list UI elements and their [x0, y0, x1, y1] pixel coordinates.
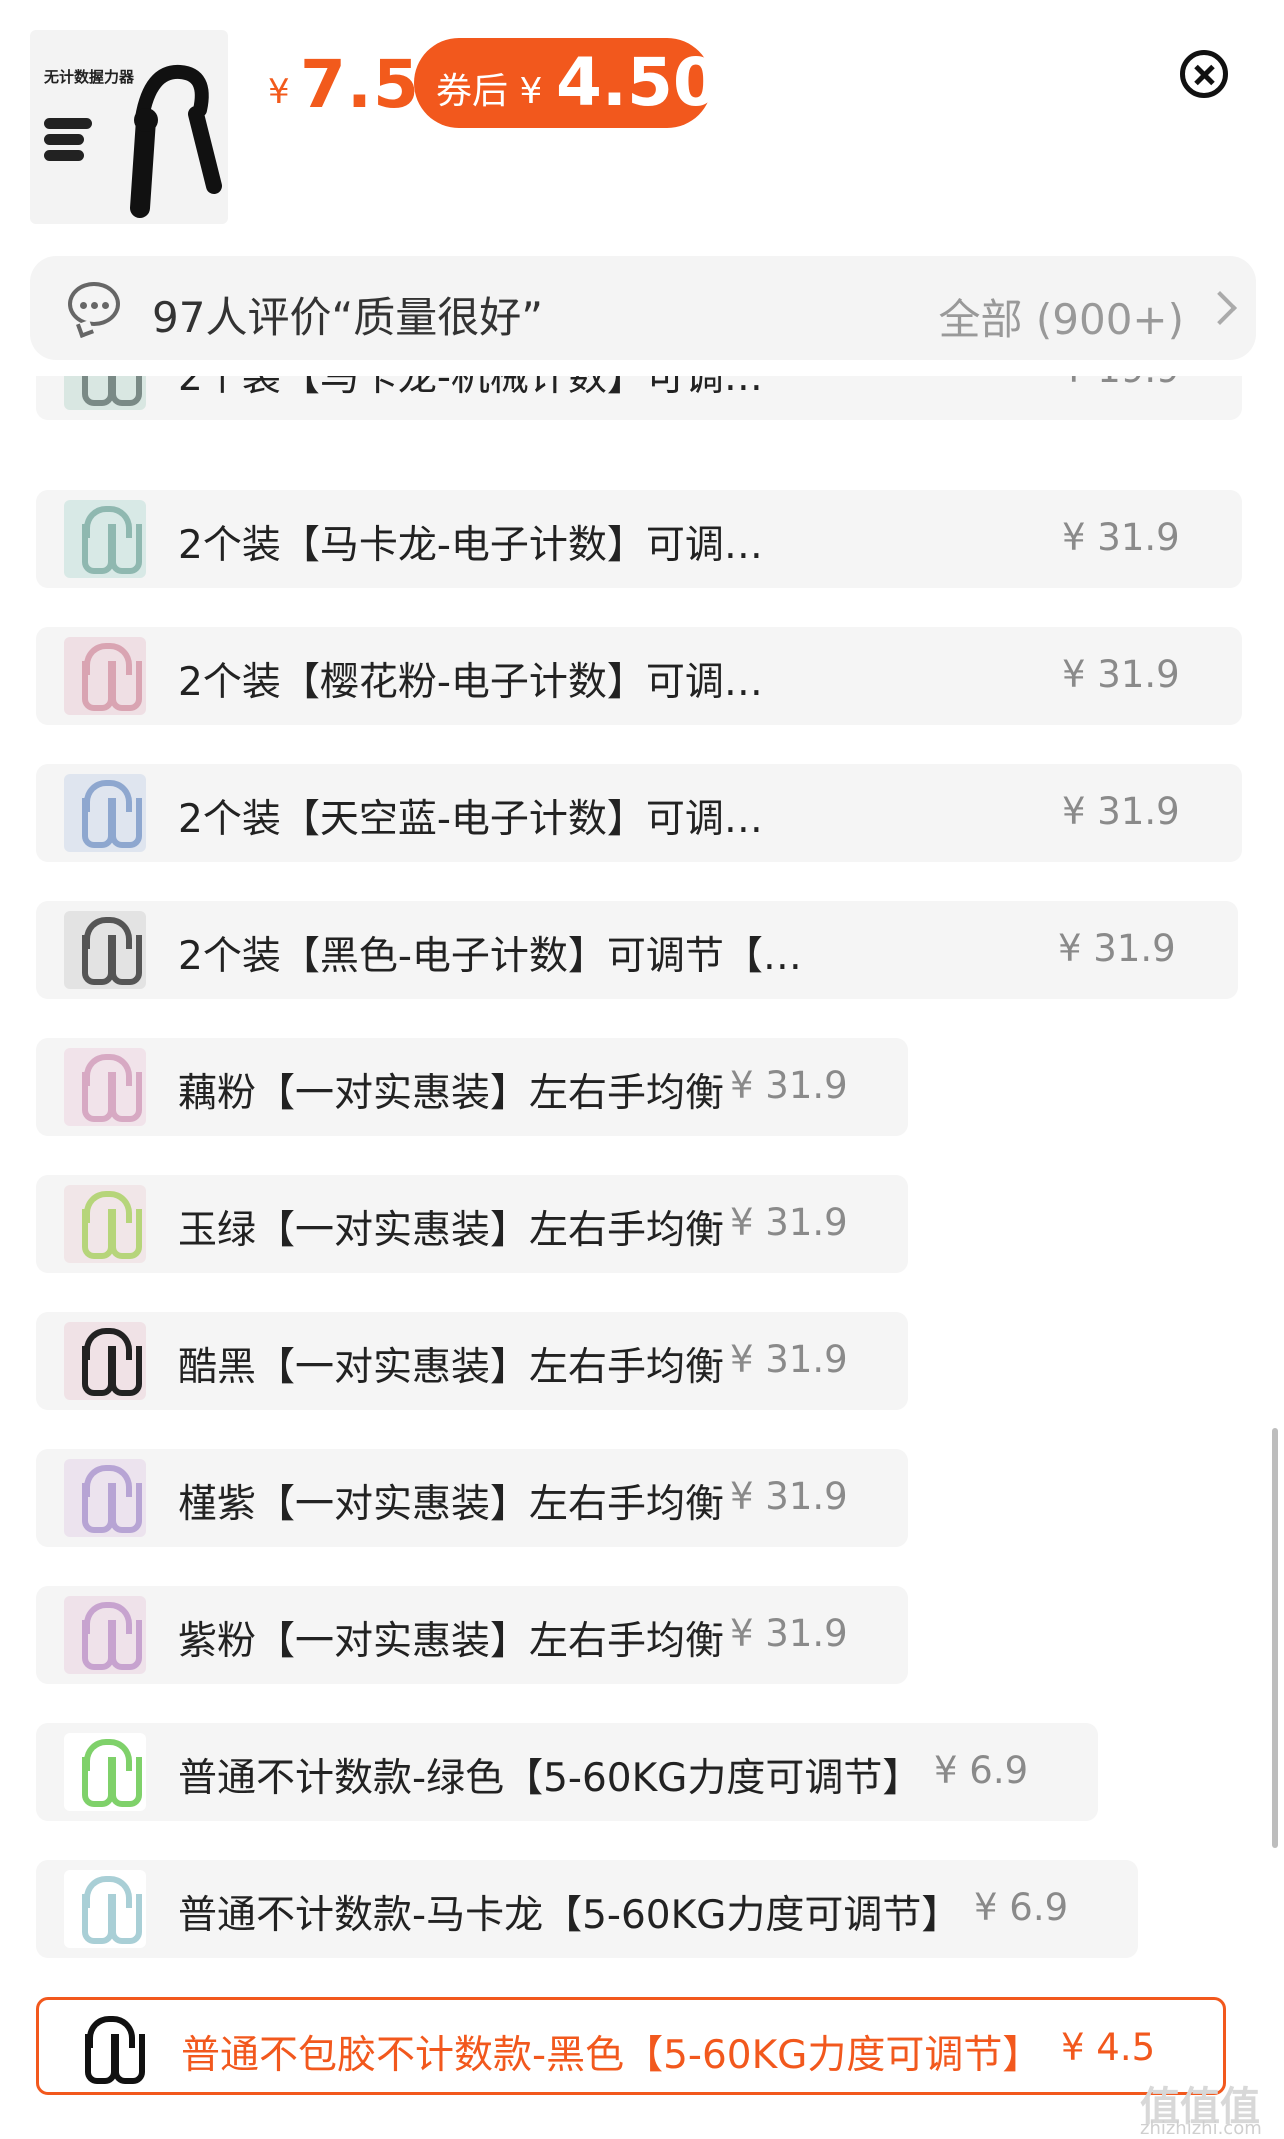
- sku-label: 普通不计数款-马卡龙【5-60KG力度可调节】: [178, 1893, 961, 1938]
- chevron-right-icon: [1203, 291, 1237, 325]
- sku-option[interactable]: 普通不包胶不计数款-黑色【5-60KG力度可调节】 ¥ 4.5: [36, 1997, 1226, 2095]
- sku-price: ¥ 31.9: [730, 1064, 848, 1107]
- sku-price: ¥ 31.9: [730, 1338, 848, 1381]
- sku-thumbnail: [64, 1185, 146, 1263]
- sku-label: 藕粉【一对实惠装】左右手均衡: [178, 1071, 725, 1116]
- sku-option[interactable]: 普通不计数款-绿色【5-60KG力度可调节】 ¥ 6.9: [36, 1723, 1098, 1821]
- coupon-price-badge: 券后 ¥ 4.50: [414, 38, 719, 128]
- coupon-price: 4.50: [556, 44, 719, 121]
- hand-grip-icon: [110, 1620, 142, 1670]
- review-text: 97人评价“质量很好”: [152, 293, 543, 342]
- hand-grip-icon: [130, 64, 222, 218]
- chat-bubble-icon: [68, 282, 120, 326]
- thumbnail-tag: [44, 150, 84, 161]
- sku-label: 紫粉【一对实惠装】左右手均衡: [178, 1619, 725, 1664]
- sku-label: 2个装【天空蓝-电子计数】可调节【双手同时锻…: [178, 797, 788, 842]
- sku-label: 普通不计数款-绿色【5-60KG力度可调节】: [178, 1756, 922, 1801]
- sku-thumbnail: [67, 2010, 149, 2088]
- hand-grip-icon: [110, 524, 142, 574]
- hand-grip-icon: [110, 1072, 142, 1122]
- sku-thumbnail: [64, 774, 146, 852]
- product-thumbnail: 无计数握力器: [30, 30, 228, 224]
- sku-thumbnail: [64, 1733, 146, 1811]
- sku-option[interactable]: 2个装【黑色-电子计数】可调节【双手同时锻炼】 ¥ 31.9: [36, 901, 1238, 999]
- sku-label: 2个装【马卡龙-机械计数】可调节【双手同时锻…: [178, 376, 788, 400]
- sku-label: 酷黑【一对实惠装】左右手均衡: [178, 1345, 725, 1390]
- sku-option[interactable]: 普通不计数款-马卡龙【5-60KG力度可调节】 ¥ 6.9: [36, 1860, 1138, 1958]
- watermark-url: zhizhizhi.com: [1140, 2118, 1262, 2139]
- sku-option[interactable]: 槿紫【一对实惠装】左右手均衡 ¥ 31.9: [36, 1449, 908, 1547]
- sku-option[interactable]: 2个装【天空蓝-电子计数】可调节【双手同时锻… ¥ 31.9: [36, 764, 1242, 862]
- hand-grip-icon: [110, 661, 142, 711]
- hand-grip-icon: [110, 1209, 142, 1259]
- sku-option[interactable]: 藕粉【一对实惠装】左右手均衡 ¥ 31.9: [36, 1038, 908, 1136]
- sku-option[interactable]: 玉绿【一对实惠装】左右手均衡 ¥ 31.9: [36, 1175, 908, 1273]
- sku-label: 2个装【黑色-电子计数】可调节【双手同时锻炼】: [178, 934, 808, 979]
- sku-price: ¥ 31.9: [730, 1612, 848, 1655]
- coupon-label: 券后 ¥: [436, 71, 543, 112]
- sku-thumbnail: [64, 500, 146, 578]
- sku-option-list: 2个装【马卡龙-机械计数】可调节【双手同时锻… ¥ 19.9 2个装【马卡龙-电子计…: [0, 376, 1284, 2139]
- product-header: 无计数握力器 ¥ 7.5 券后 ¥ 4.50: [0, 0, 1284, 250]
- hand-grip-icon: [110, 1483, 142, 1533]
- sku-price: ¥ 31.9: [730, 1475, 848, 1518]
- sku-price: ¥ 6.9: [974, 1886, 1069, 1929]
- thumbnail-tag: [44, 118, 92, 129]
- sku-price: ¥ 31.9: [1062, 653, 1180, 696]
- sku-option[interactable]: 2个装【马卡龙-机械计数】可调节【双手同时锻… ¥ 19.9: [36, 376, 1242, 420]
- sku-price: ¥ 4.5: [1061, 2026, 1156, 2069]
- sku-label: 普通不包胶不计数款-黑色【5-60KG力度可调节】: [181, 2033, 1042, 2078]
- thumbnail-title: 无计数握力器: [44, 68, 135, 86]
- scrollbar[interactable]: [1272, 1428, 1278, 1848]
- price-currency: ¥: [268, 72, 290, 112]
- close-button[interactable]: [1180, 50, 1228, 98]
- sku-thumbnail: [64, 1459, 146, 1537]
- sku-thumbnail: [64, 1596, 146, 1674]
- sku-price: ¥ 31.9: [1058, 927, 1176, 970]
- price-value: 7.5: [300, 46, 420, 123]
- sku-price: ¥ 19.9: [1062, 376, 1180, 391]
- sku-thumbnail: [64, 1322, 146, 1400]
- sku-label: 2个装【樱花粉-电子计数】可调节【双手同时锻…: [178, 660, 788, 705]
- sku-thumbnail: [64, 911, 146, 989]
- sku-option[interactable]: 紫粉【一对实惠装】左右手均衡 ¥ 31.9: [36, 1586, 908, 1684]
- sku-label: 2个装【马卡龙-电子计数】可调节【双手同时锻…: [178, 523, 788, 568]
- sku-label: 槿紫【一对实惠装】左右手均衡: [178, 1482, 725, 1527]
- sku-price: ¥ 31.9: [1062, 516, 1180, 559]
- sku-price: ¥ 31.9: [730, 1201, 848, 1244]
- hand-grip-icon: [110, 935, 142, 985]
- thumbnail-tag: [44, 134, 84, 145]
- sku-thumbnail: [64, 1048, 146, 1126]
- sku-option[interactable]: 酷黑【一对实惠装】左右手均衡 ¥ 31.9: [36, 1312, 908, 1410]
- hand-grip-icon: [110, 798, 142, 848]
- review-summary-bar[interactable]: 97人评价“质量很好” 全部 (900+): [30, 256, 1256, 360]
- hand-grip-icon: [113, 2034, 145, 2084]
- sku-price: ¥ 6.9: [934, 1749, 1029, 1792]
- sku-thumbnail: [64, 376, 146, 410]
- sku-option[interactable]: 2个装【马卡龙-电子计数】可调节【双手同时锻… ¥ 31.9: [36, 490, 1242, 588]
- sku-thumbnail: [64, 637, 146, 715]
- hand-grip-icon: [110, 1894, 142, 1944]
- review-all-count[interactable]: 全部 (900+): [939, 286, 1184, 347]
- hand-grip-icon: [110, 1757, 142, 1807]
- sku-price: ¥ 31.9: [1062, 790, 1180, 833]
- hand-grip-icon: [110, 376, 142, 406]
- hand-grip-icon: [110, 1346, 142, 1396]
- sku-thumbnail: [64, 1870, 146, 1948]
- sku-option[interactable]: 2个装【樱花粉-电子计数】可调节【双手同时锻… ¥ 31.9: [36, 627, 1242, 725]
- sku-label: 玉绿【一对实惠装】左右手均衡: [178, 1208, 725, 1253]
